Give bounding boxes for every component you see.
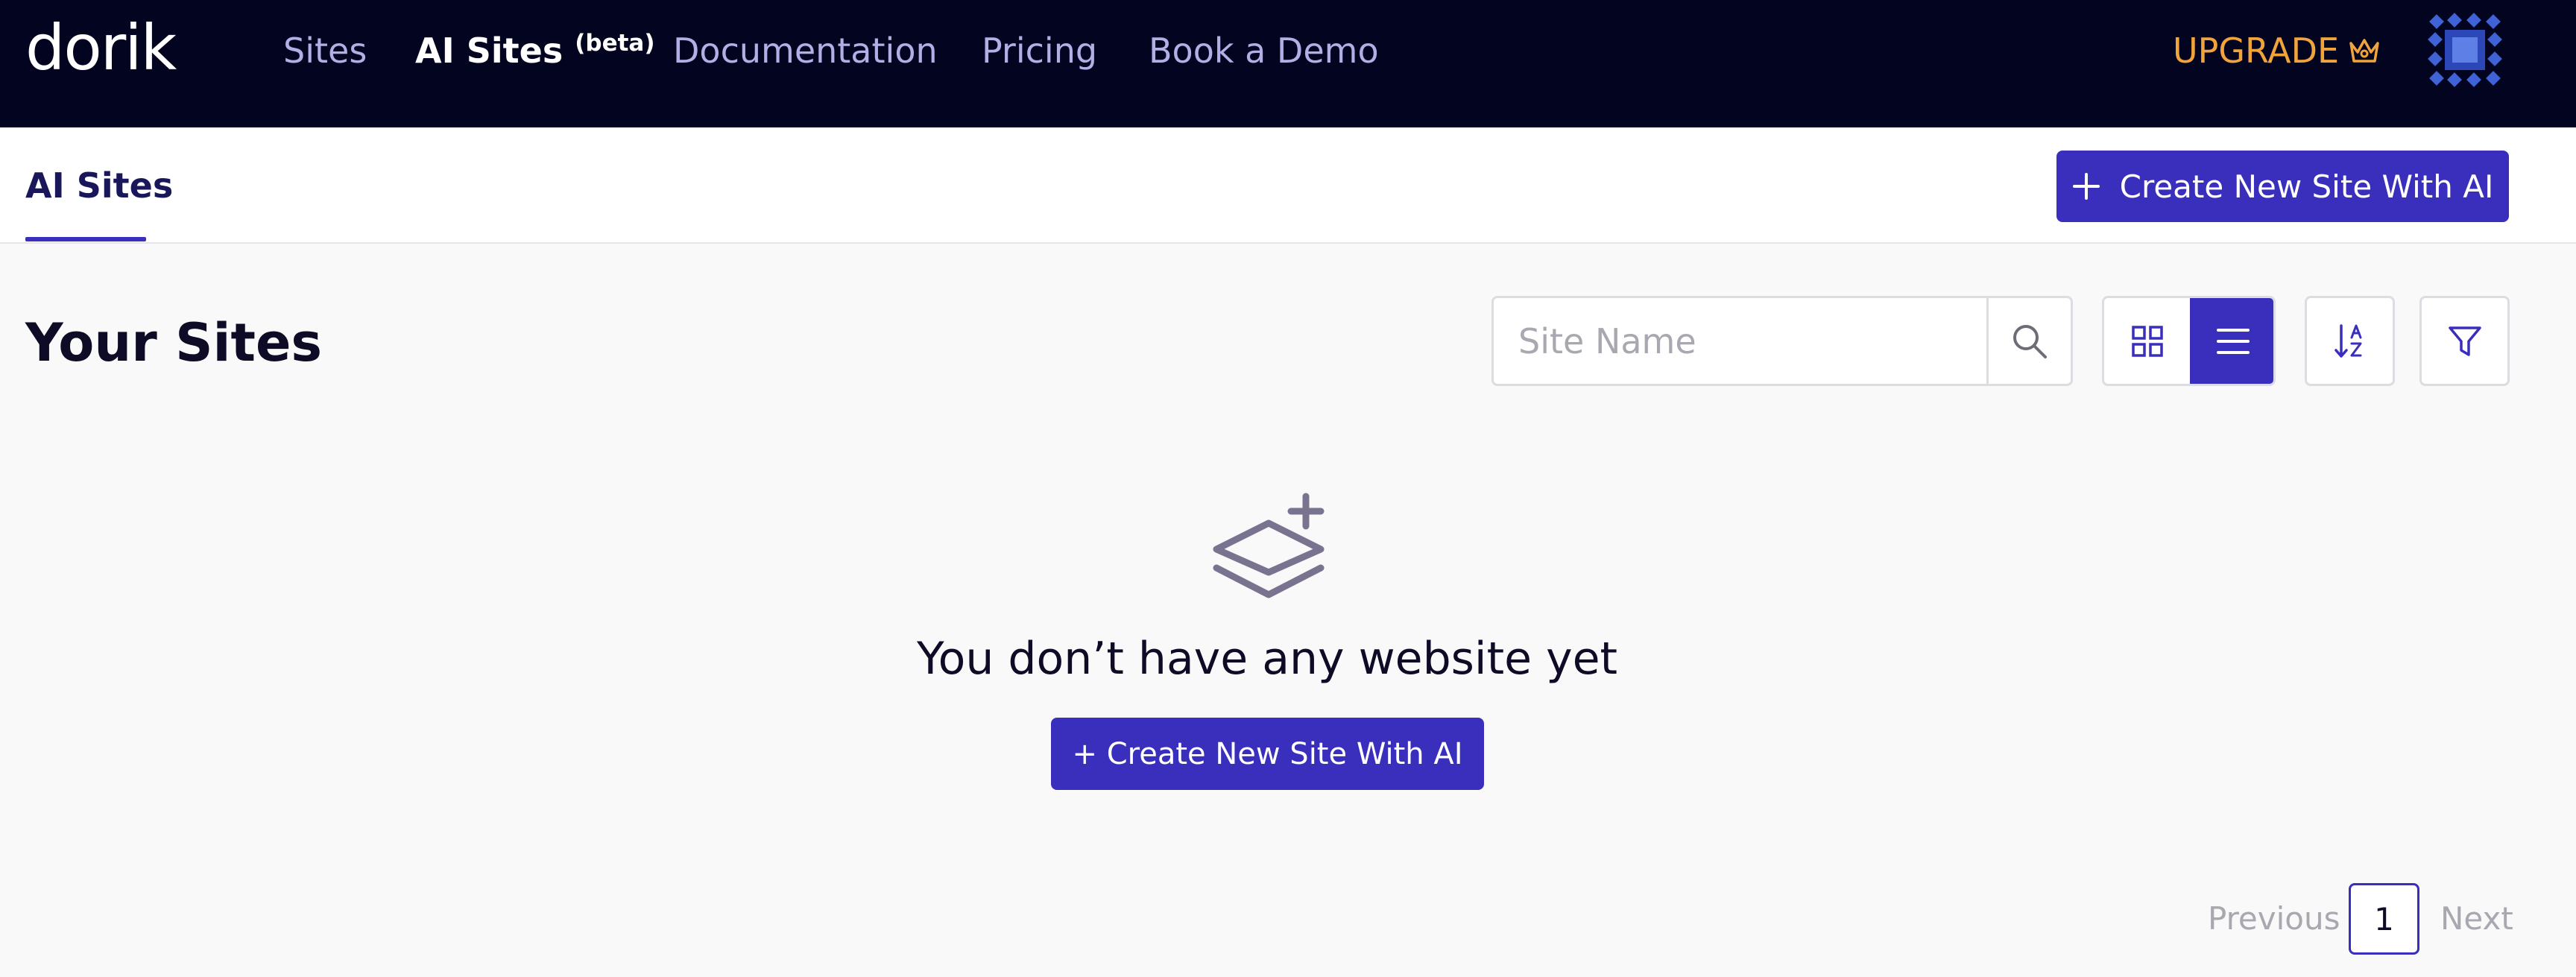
page-title: Your Sites	[25, 312, 323, 373]
filter-button[interactable]	[2419, 296, 2510, 386]
active-tab-indicator	[25, 237, 146, 241]
grid-view-icon	[2131, 325, 2163, 357]
pagination-previous[interactable]: Previous	[2208, 899, 2340, 938]
sort-button[interactable]	[2305, 296, 2395, 386]
list-view-icon	[2216, 328, 2250, 354]
nav-link-pricing[interactable]: Pricing	[982, 30, 1097, 72]
nav-link-documentation[interactable]: Documentation	[673, 30, 938, 72]
sort-az-icon	[2334, 323, 2361, 358]
search-icon	[2013, 324, 2047, 358]
create-site-ai-empty-button[interactable]: + Create New Site With AI	[1051, 718, 1484, 790]
list-view-button[interactable]	[2190, 298, 2273, 384]
site-search	[1491, 296, 2073, 386]
site-name-search-input[interactable]	[1494, 298, 1986, 384]
upgrade-label: UPGRADE	[2173, 31, 2340, 71]
filter-icon	[2448, 326, 2481, 356]
plus-icon	[2072, 173, 2100, 200]
tab-ai-sites[interactable]: AI Sites	[25, 165, 173, 206]
nav-link-book-demo[interactable]: Book a Demo	[1149, 30, 1379, 72]
search-button[interactable]	[1986, 298, 2071, 384]
view-toggle	[2102, 296, 2276, 386]
tab-bar: AI Sites Create New Site With AI	[0, 127, 2576, 244]
pagination-next[interactable]: Next	[2440, 899, 2513, 938]
create-site-ai-label: Create New Site With AI	[2119, 168, 2494, 205]
grid-view-button[interactable]	[2104, 298, 2190, 384]
empty-state-message: You don’t have any website yet	[916, 633, 1618, 685]
top-navigation: dorik Sites AI Sites (beta) Documentatio…	[0, 0, 2576, 127]
pagination-page-1[interactable]: 1	[2349, 883, 2419, 955]
dorik-logo[interactable]: dorik	[25, 16, 177, 79]
create-site-ai-empty-label: + Create New Site With AI	[1072, 736, 1463, 771]
nav-link-ai-sites-label: AI Sites	[415, 31, 564, 71]
create-site-ai-button[interactable]: Create New Site With AI	[2056, 151, 2509, 222]
nav-link-ai-sites[interactable]: AI Sites (beta)	[415, 30, 655, 76]
user-avatar[interactable]	[2427, 12, 2503, 88]
beta-badge: (beta)	[575, 30, 655, 57]
upgrade-button[interactable]: UPGRADE	[2173, 30, 2381, 72]
crown-icon	[2349, 39, 2379, 63]
layers-plus-icon	[1213, 493, 1325, 598]
nav-link-sites[interactable]: Sites	[283, 30, 367, 72]
